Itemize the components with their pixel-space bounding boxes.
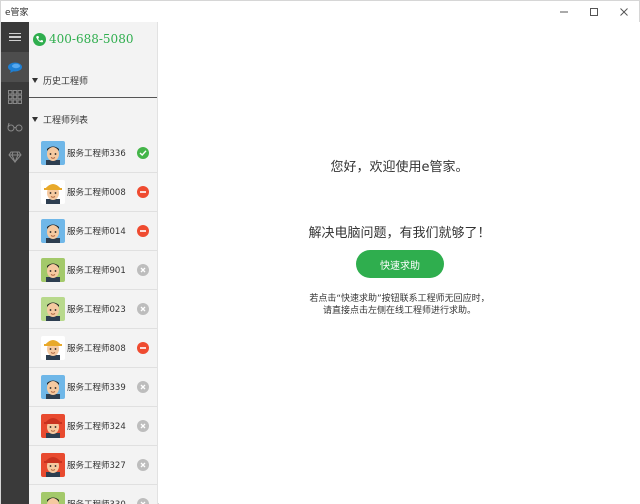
engineer-name: 服务工程师327	[67, 461, 126, 471]
maximize-icon	[590, 7, 598, 16]
engineer-avatar	[41, 219, 65, 243]
section-divider	[29, 97, 157, 98]
collapse-arrow-icon	[32, 77, 38, 83]
glasses-icon	[7, 122, 23, 132]
diamond-icon	[8, 151, 22, 163]
engineer-name: 服务工程师014	[67, 227, 126, 237]
busy-minus-icon	[137, 225, 149, 237]
engineer-name: 服务工程师023	[67, 305, 126, 315]
engineer-list-label: 工程师列表	[43, 115, 89, 126]
window-controls	[549, 1, 639, 22]
engineer-avatar	[41, 414, 65, 438]
engineer-row[interactable]: 服务工程师330	[29, 485, 157, 504]
maximize-button[interactable]	[579, 1, 609, 22]
close-icon	[620, 7, 628, 16]
hint-line-2: 请直接点击左侧在线工程师进行求助。	[322, 306, 476, 316]
quick-help-button[interactable]: 快速求助	[356, 250, 444, 278]
engineer-list-toggle[interactable]: 工程师列表	[29, 108, 157, 130]
tagline-text: 解决电脑问题，有我们就够了！	[308, 226, 491, 241]
offline-x-icon	[137, 498, 149, 504]
welcome-text: 您好，欢迎使用e管家。	[330, 160, 469, 175]
engineer-name: 服务工程师330	[67, 498, 126, 504]
close-button[interactable]	[609, 1, 639, 22]
history-engineers-toggle[interactable]: 历史工程师	[29, 69, 157, 91]
menu-button[interactable]	[1, 22, 29, 52]
engineer-row[interactable]: 服务工程师339	[29, 368, 157, 407]
history-label: 历史工程师	[43, 76, 89, 87]
engineer-row[interactable]: 服务工程师023	[29, 290, 157, 329]
nav-rail	[1, 22, 29, 504]
collapse-arrow-icon	[32, 116, 38, 122]
engineer-panel: 400-688-5080 历史工程师 工程师列表 服务工程师336 服务工程师0…	[29, 22, 158, 504]
engineer-avatar	[41, 180, 65, 204]
busy-minus-icon	[137, 342, 149, 354]
nav-apps[interactable]	[1, 82, 29, 112]
offline-x-icon	[137, 420, 149, 432]
nav-chat[interactable]	[1, 52, 29, 82]
engineer-name: 服务工程师008	[67, 188, 126, 198]
hotline: 400-688-5080	[29, 22, 157, 56]
main-content: 您好，欢迎使用e管家。 解决电脑问题，有我们就够了！ 快速求助 若点击“快速求助…	[159, 22, 640, 504]
app-window: e管家 400-688-5080 历史工程师 工程师列表 服务工程师336 服务…	[0, 0, 640, 504]
help-hint: 若点击“快速求助”按钮联系工程师无回应时， 请直接点击左侧在线工程师进行求助。	[159, 293, 640, 317]
engineer-avatar	[41, 492, 65, 504]
hint-line-1: 若点击“快速求助”按钮联系工程师无回应时，	[309, 294, 490, 304]
title-bar: e管家	[1, 1, 639, 22]
engineer-row[interactable]: 服务工程师008	[29, 173, 157, 212]
busy-minus-icon	[137, 186, 149, 198]
engineer-row[interactable]: 服务工程师014	[29, 212, 157, 251]
offline-x-icon	[137, 264, 149, 276]
engineer-name: 服务工程师324	[67, 422, 126, 432]
grid-icon	[8, 90, 22, 104]
engineer-row[interactable]: 服务工程师324	[29, 407, 157, 446]
engineer-avatar	[41, 336, 65, 360]
menu-icon	[9, 31, 21, 44]
engineer-name: 服务工程师336	[67, 149, 126, 159]
engineer-row[interactable]: 服务工程师336	[29, 134, 157, 173]
offline-x-icon	[137, 303, 149, 315]
nav-inspect[interactable]	[1, 112, 29, 142]
engineer-name: 服务工程师339	[67, 383, 126, 393]
hotline-number: 400-688-5080	[49, 32, 134, 46]
engineer-avatar	[41, 258, 65, 282]
engineer-list: 服务工程师336 服务工程师008 服务工程师014 服务工程师901 服务工程…	[29, 134, 157, 504]
engineer-row[interactable]: 服务工程师327	[29, 446, 157, 485]
minimize-icon	[560, 11, 568, 12]
minimize-button[interactable]	[549, 1, 579, 22]
offline-x-icon	[137, 459, 149, 471]
offline-x-icon	[137, 381, 149, 393]
engineer-avatar	[41, 453, 65, 477]
online-check-icon	[137, 147, 149, 159]
engineer-row[interactable]: 服务工程师808	[29, 329, 157, 368]
nav-vip[interactable]	[1, 142, 29, 172]
engineer-avatar	[41, 297, 65, 321]
engineer-avatar	[41, 141, 65, 165]
engineer-avatar	[41, 375, 65, 399]
engineer-row[interactable]: 服务工程师901	[29, 251, 157, 290]
engineer-name: 服务工程师901	[67, 266, 126, 276]
window-title: e管家	[5, 8, 29, 18]
engineer-name: 服务工程师808	[67, 344, 126, 354]
chat-icon	[8, 62, 22, 73]
phone-icon	[33, 32, 46, 46]
